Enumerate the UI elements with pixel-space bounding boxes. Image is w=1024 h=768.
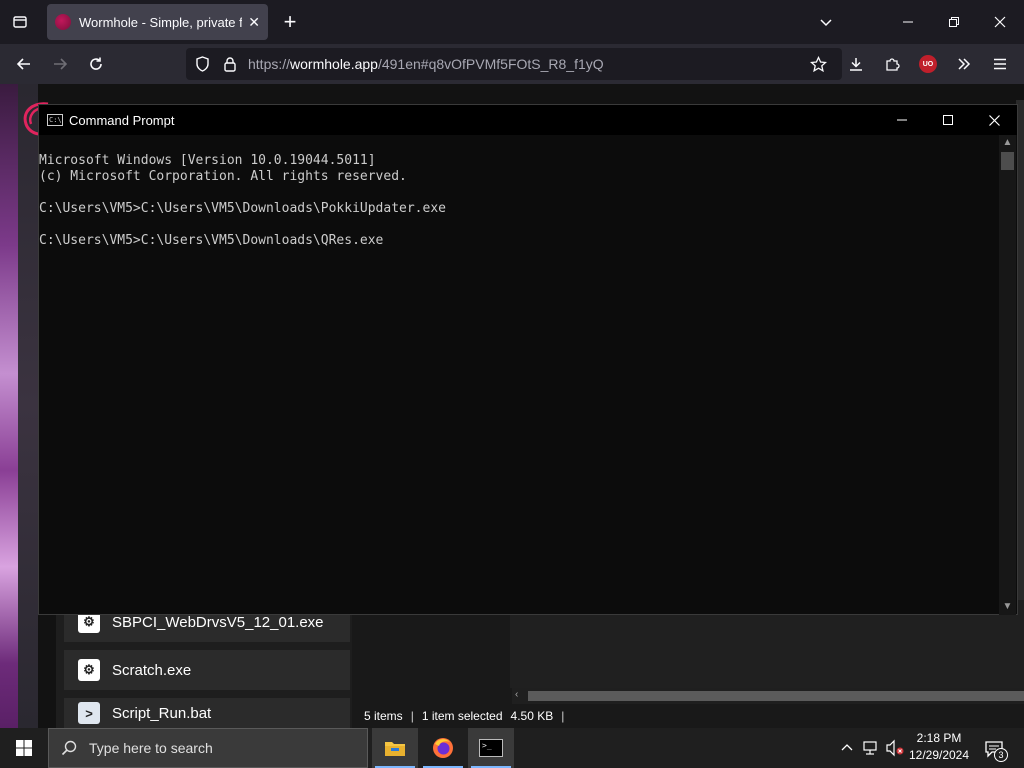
- file-name: Script_Run.bat: [112, 704, 212, 722]
- folder-icon: [385, 742, 405, 756]
- scroll-down-icon[interactable]: ▼: [999, 599, 1016, 615]
- desktop-wallpaper: [0, 84, 18, 728]
- start-button[interactable]: [0, 728, 48, 768]
- browser-tab[interactable]: Wormhole - Simple, private file ✕: [47, 4, 268, 40]
- status-selected: 1 item selected: [421, 709, 503, 723]
- scroll-up-icon[interactable]: ▲: [999, 135, 1016, 151]
- file-name: SBPCI_WebDrvsV5_12_01.exe: [112, 613, 324, 631]
- console-line: Microsoft Windows [Version 10.0.19044.50…: [39, 153, 376, 168]
- url-path: /491en#q8vOfPVMf5FOtS_R8_f1yQ: [377, 56, 604, 72]
- action-center-notification-icon[interactable]: 3: [980, 736, 1008, 762]
- back-arrow-icon[interactable]: [12, 52, 36, 76]
- status-size: 4.50 KB: [510, 709, 554, 723]
- horizontal-scrollbar[interactable]: ‹: [512, 688, 1024, 704]
- cmd-window-title: Command Prompt: [69, 112, 175, 128]
- taskbar-clock[interactable]: 2:18 PM 12/29/2024: [906, 730, 972, 766]
- status-separator: |: [561, 709, 565, 723]
- search-icon: [49, 740, 89, 756]
- file-item[interactable]: > Script_Run.bat: [64, 698, 350, 728]
- url-scheme: https://: [248, 56, 291, 72]
- new-tab-icon[interactable]: +: [278, 9, 302, 34]
- cmd-icon: >_: [479, 739, 503, 757]
- taskbar-command-prompt[interactable]: >_: [468, 728, 514, 768]
- firefox-icon: [433, 738, 453, 758]
- url-bar[interactable]: https://wormhole.app/491en#q8vOfPVMf5FOt…: [186, 48, 842, 80]
- downloads-icon[interactable]: [844, 52, 868, 76]
- scrollbar-thumb[interactable]: [1001, 152, 1014, 170]
- cmd-close-button[interactable]: [971, 105, 1017, 135]
- scrollbar-thumb[interactable]: [528, 691, 1024, 701]
- scroll-left-icon[interactable]: ‹: [515, 689, 518, 700]
- network-icon[interactable]: [860, 738, 880, 758]
- hamburger-menu-icon[interactable]: [988, 52, 1012, 76]
- cmd-title-bar[interactable]: C:\ Command Prompt: [39, 105, 1017, 135]
- notification-count-badge: 3: [994, 748, 1008, 762]
- search-placeholder: Type here to search: [89, 740, 213, 756]
- cmd-maximize-button[interactable]: [925, 105, 971, 135]
- taskbar-search-box[interactable]: Type here to search: [48, 728, 368, 768]
- tab-close-icon[interactable]: ✕: [248, 14, 260, 31]
- bookmark-star-icon[interactable]: [806, 52, 830, 76]
- reload-icon[interactable]: [84, 52, 108, 76]
- extensions-puzzle-icon[interactable]: [880, 52, 904, 76]
- command-prompt-window[interactable]: C:\ Command Prompt Microsoft Windows [Ve…: [38, 104, 1018, 615]
- restore-icon[interactable]: [942, 10, 966, 34]
- shield-icon[interactable]: [186, 56, 218, 72]
- show-hidden-icons-chevron-icon[interactable]: [838, 738, 856, 758]
- cmd-app-icon: C:\: [47, 114, 63, 126]
- clock-date: 12/29/2024: [908, 748, 970, 762]
- cmd-vertical-scrollbar[interactable]: ▲ ▼: [999, 135, 1016, 615]
- explorer-status-bar: 5 items | 1 item selected 4.50 KB |: [352, 704, 1024, 728]
- console-line: (c) Microsoft Corporation. All rights re…: [39, 169, 407, 184]
- wormhole-favicon-icon: [55, 14, 71, 30]
- cmd-minimize-button[interactable]: [879, 105, 925, 135]
- close-window-icon[interactable]: [988, 10, 1012, 34]
- file-item[interactable]: ⚙ Scratch.exe: [64, 650, 350, 690]
- console-line: C:\Users\VM5>C:\Users\VM5\Downloads\QRes…: [39, 233, 384, 248]
- taskbar-firefox[interactable]: [420, 728, 466, 768]
- batch-file-icon: >: [78, 702, 100, 724]
- lock-icon[interactable]: [218, 56, 242, 72]
- forward-arrow-icon[interactable]: [48, 52, 72, 76]
- volume-muted-icon[interactable]: [884, 738, 906, 758]
- clock-time: 2:18 PM: [916, 731, 962, 745]
- minimize-icon[interactable]: [896, 10, 920, 34]
- extension-badge: UO: [919, 55, 937, 73]
- file-name: Scratch.exe: [112, 661, 192, 679]
- windows-logo-icon: [16, 740, 32, 756]
- status-item-count: 5 items: [364, 709, 403, 723]
- background-window-edge: [18, 84, 38, 728]
- list-all-tabs-chevron-icon[interactable]: [814, 10, 838, 34]
- url-host: wormhole.app: [290, 56, 378, 72]
- gear-icon: ⚙: [78, 659, 100, 681]
- ublock-origin-icon[interactable]: UO: [918, 54, 938, 74]
- overflow-chevrons-icon[interactable]: [952, 52, 976, 76]
- status-separator: |: [410, 709, 414, 723]
- tab-title: Wormhole - Simple, private file: [79, 14, 243, 30]
- cmd-console-output[interactable]: Microsoft Windows [Version 10.0.19044.50…: [39, 135, 999, 615]
- tab-list-icon[interactable]: [8, 10, 32, 34]
- url-text: https://wormhole.app/491en#q8vOfPVMf5FOt…: [248, 56, 604, 72]
- console-line: C:\Users\VM5>C:\Users\VM5\Downloads\Pokk…: [39, 201, 446, 216]
- taskbar-file-explorer[interactable]: [372, 728, 418, 768]
